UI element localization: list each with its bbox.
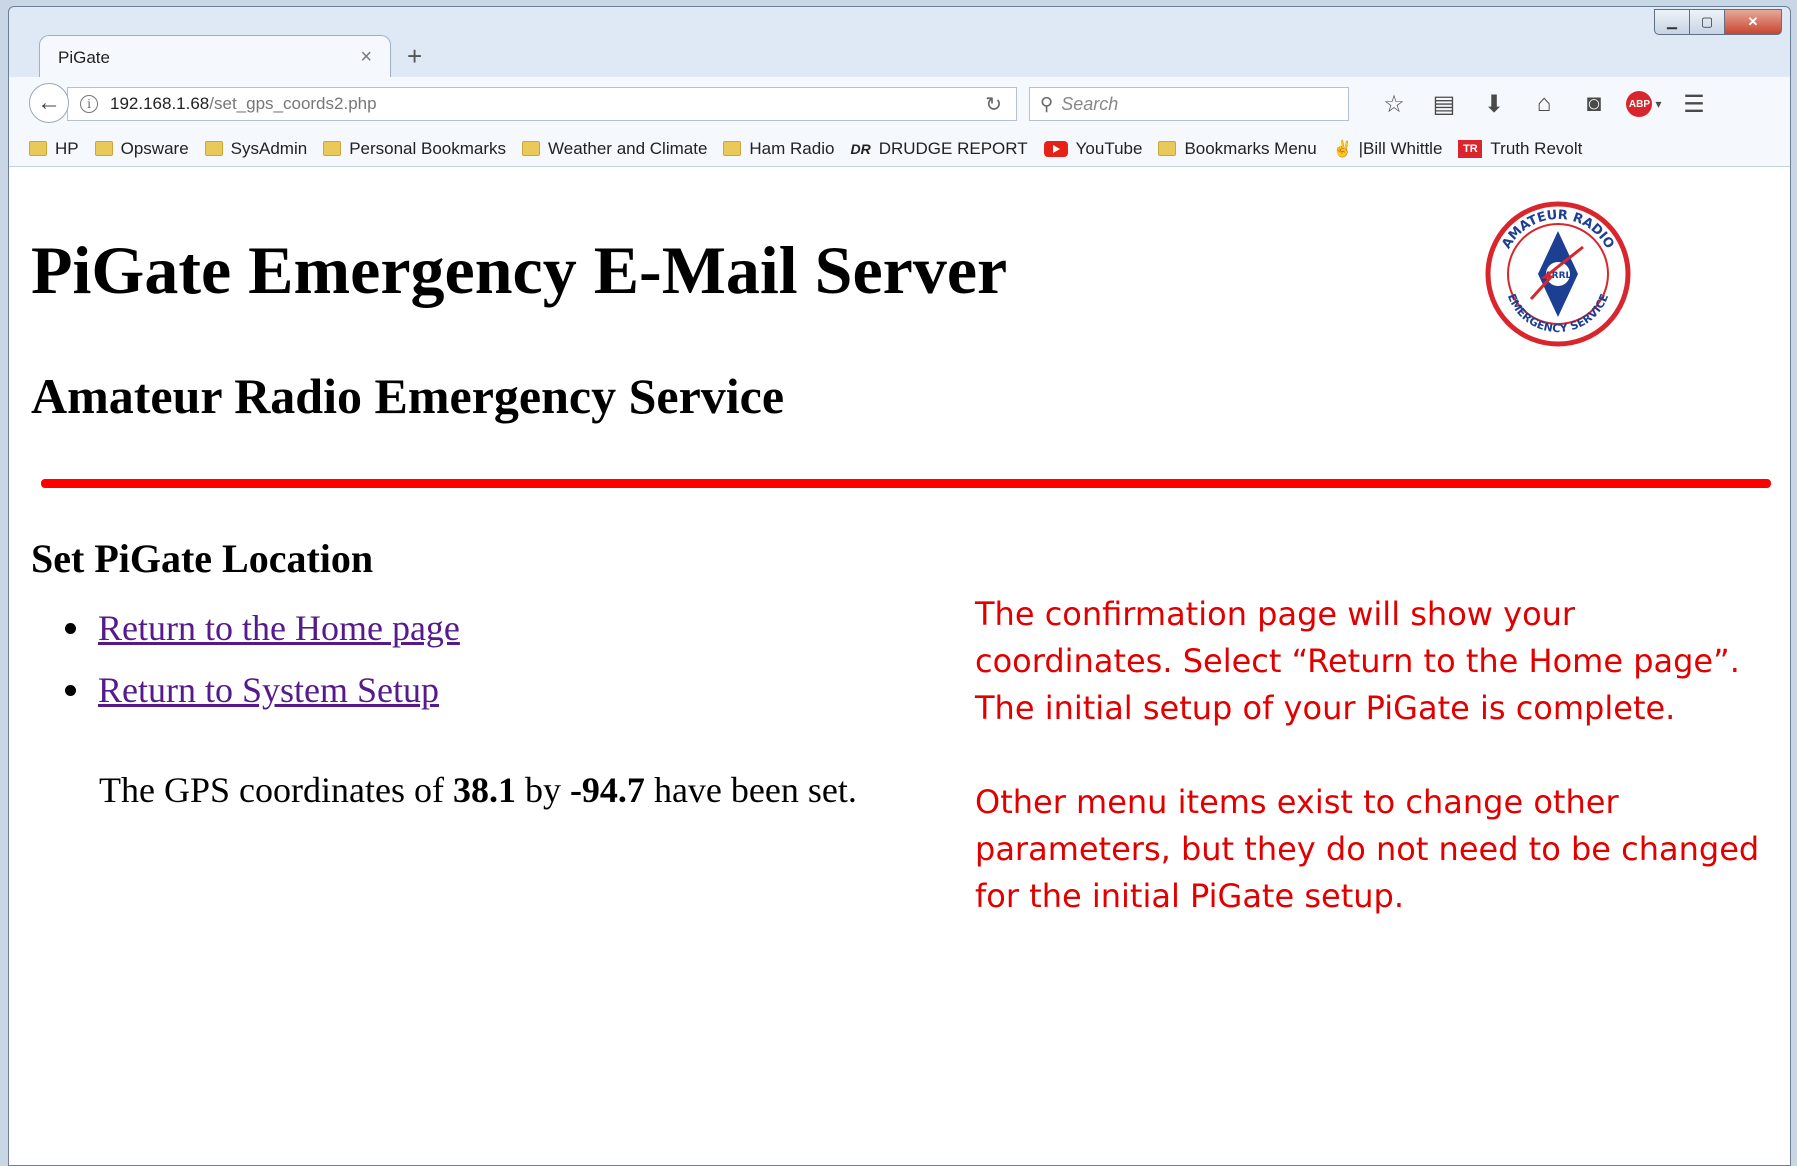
page-content: AMATEUR RADIO EMERGENCY SERVICE ARRL PiG… <box>9 167 1790 1165</box>
tab-close-icon[interactable]: × <box>360 46 372 69</box>
folder-icon <box>723 141 742 156</box>
bookmark-item[interactable]: Opsware <box>94 138 189 159</box>
tab-pigate[interactable]: PiGate × <box>39 35 391 79</box>
bookmarks-bar: HP Opsware SysAdmin Personal Bookmarks Weath… <box>9 131 1790 167</box>
menu-icon[interactable]: ☰ <box>1669 87 1719 121</box>
bookmark-label: Weather and Climate <box>548 138 708 158</box>
url-host: 192.168.1.68 <box>110 94 210 113</box>
bookmark-label: Bookmarks Menu <box>1184 138 1317 158</box>
search-placeholder: Search <box>1061 93 1119 114</box>
tab-strip: PiGate × + ▁ ▢ ✕ <box>9 7 1790 79</box>
back-arrow-icon: ← <box>37 89 61 116</box>
list-item: Return to the Home page <box>65 607 460 649</box>
bookmark-item[interactable]: ✌ |Bill Whittle <box>1333 139 1443 159</box>
folder-icon <box>94 141 113 156</box>
longitude-value: -94.7 <box>569 770 645 810</box>
adblock-plus-icon[interactable]: ABP ▾ <box>1619 87 1669 121</box>
coords-confirmation: The GPS coordinates of 38.1 by -94.7 hav… <box>99 770 857 810</box>
bookmark-star-icon[interactable]: ☆ <box>1369 87 1419 121</box>
bookmark-item[interactable]: Weather and Climate <box>522 139 707 159</box>
browser-window: PiGate × + ▁ ▢ ✕ i 192.168.1.68/set_gps_… <box>8 6 1791 1166</box>
pocket-icon[interactable]: ◙ <box>1569 87 1619 121</box>
latitude-value: 38.1 <box>452 770 516 810</box>
annotation-confirmation: The confirmation page will show your coo… <box>975 595 1740 727</box>
home-page-link[interactable]: Return to the Home page <box>98 607 460 649</box>
bookmark-item[interactable]: Bookmarks Menu <box>1158 138 1317 159</box>
page-subtitle: Amateur Radio Emergency Service <box>31 368 785 424</box>
search-icon: ⚲ <box>1040 93 1054 114</box>
page-title: PiGate Emergency E-Mail Server <box>31 232 1008 308</box>
url-bar[interactable]: i 192.168.1.68/set_gps_coords2.php ↻ <box>67 87 1017 121</box>
url-path: /set_gps_coords2.php <box>209 94 377 113</box>
download-icon[interactable]: ⬇ <box>1469 87 1519 121</box>
bookmark-label: HP <box>55 138 79 158</box>
bookmark-label: |Bill Whittle <box>1358 138 1443 158</box>
minimize-icon[interactable]: ▁ <box>1654 9 1690 35</box>
section-title: Set PiGate Location <box>31 536 374 581</box>
bookmark-label: Personal Bookmarks <box>349 138 507 158</box>
new-tab-icon[interactable]: + <box>407 41 422 72</box>
folder-icon <box>29 141 47 156</box>
bookmark-item[interactable]: Personal Bookmarks <box>323 139 506 159</box>
bookmark-label: YouTube <box>1075 138 1143 158</box>
back-button[interactable]: ← <box>29 83 69 123</box>
bookmark-item[interactable]: HP <box>29 139 79 159</box>
reading-list-icon[interactable]: ▤ <box>1419 87 1469 121</box>
bookmark-label: SysAdmin <box>230 138 308 158</box>
bookmark-label: Opsware <box>120 138 189 158</box>
toolbar: ☆ ▤ ⬇ ⌂ ◙ ABP ▾ ☰ <box>1369 87 1719 121</box>
maximize-icon[interactable]: ▢ <box>1689 9 1725 35</box>
close-icon[interactable]: ✕ <box>1724 9 1782 35</box>
drudge-icon: DR <box>850 140 871 157</box>
tab-title: PiGate <box>58 47 110 67</box>
window-controls: ▁ ▢ ✕ <box>1654 9 1782 35</box>
truth-revolt-icon: TR <box>1458 139 1483 158</box>
red-divider <box>41 479 1771 488</box>
list-item: Return to System Setup <box>65 669 460 711</box>
nav-links: Return to the Home page Return to System… <box>65 607 460 731</box>
folder-icon <box>522 141 541 156</box>
folder-icon <box>204 141 223 156</box>
reload-icon[interactable]: ↻ <box>985 92 1002 117</box>
home-icon[interactable]: ⌂ <box>1519 87 1569 121</box>
bookmark-item[interactable]: DR DRUDGE REPORT <box>850 139 1027 159</box>
folder-icon <box>1158 141 1177 156</box>
bookmark-item[interactable]: Ham Radio <box>723 139 834 159</box>
annotation-other-menu: Other menu items exist to change other p… <box>975 783 1760 915</box>
info-icon[interactable]: i <box>80 95 98 113</box>
bill-whittle-icon: ✌ <box>1332 140 1353 158</box>
bookmark-item[interactable]: TR Truth Revolt <box>1458 139 1582 159</box>
bookmark-label: DRUDGE REPORT <box>878 138 1028 158</box>
bookmark-label: Ham Radio <box>749 138 835 158</box>
youtube-icon <box>1043 140 1068 157</box>
bookmark-label: Truth Revolt <box>1490 138 1583 158</box>
ares-logo: AMATEUR RADIO EMERGENCY SERVICE ARRL <box>1485 201 1631 347</box>
nav-bar: i 192.168.1.68/set_gps_coords2.php ↻ ← ⚲… <box>9 77 1790 132</box>
folder-icon <box>323 141 342 156</box>
bookmark-item[interactable]: YouTube <box>1043 138 1143 159</box>
bookmark-item[interactable]: SysAdmin <box>204 138 308 159</box>
system-setup-link[interactable]: Return to System Setup <box>98 669 439 711</box>
search-input[interactable]: ⚲ Search <box>1029 87 1349 121</box>
